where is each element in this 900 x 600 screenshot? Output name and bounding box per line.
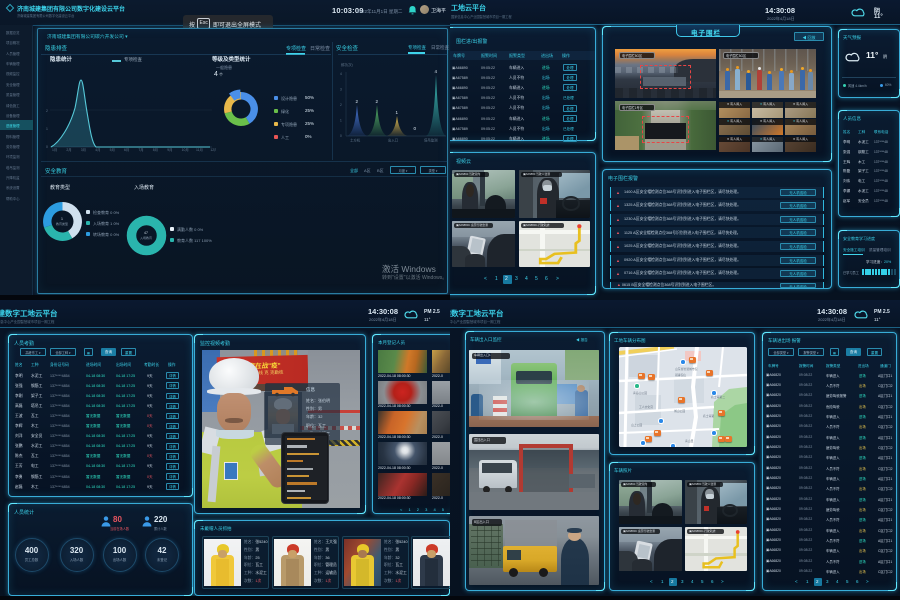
svg-text:3月: 3月 (81, 148, 86, 152)
svg-text:7月: 7月 (138, 148, 143, 152)
svg-text:5月: 5月 (110, 148, 115, 152)
svg-text:2: 2 (46, 109, 48, 113)
svg-text:2: 2 (340, 103, 342, 107)
svg-text:入场教育: 入场教育 (140, 235, 152, 240)
svg-text:1: 1 (61, 217, 63, 221)
svg-text:2: 2 (356, 99, 359, 104)
svg-text:47: 47 (144, 231, 148, 235)
svg-text:0: 0 (414, 126, 417, 131)
svg-text:2月: 2月 (66, 148, 71, 152)
svg-text:9月: 9月 (167, 148, 172, 152)
svg-text:塔吊监测: 塔吊监测 (424, 138, 438, 143)
svg-text:1: 1 (46, 127, 48, 131)
svg-text:教育类型: 教育类型 (56, 221, 68, 226)
svg-text:12月: 12月 (210, 148, 216, 152)
svg-text:0: 0 (340, 134, 342, 138)
svg-text:1: 1 (396, 110, 399, 115)
svg-text:8月: 8月 (153, 148, 158, 152)
svg-text:4: 4 (435, 69, 438, 74)
svg-text:10月: 10月 (182, 148, 189, 152)
svg-text:1月: 1月 (52, 148, 57, 152)
svg-text:4: 4 (340, 72, 342, 76)
svg-text:2: 2 (376, 99, 379, 104)
svg-text:11月: 11月 (196, 148, 203, 152)
svg-text:出入口: 出入口 (388, 138, 398, 143)
svg-text:土方机: 土方机 (350, 138, 361, 143)
svg-text:3: 3 (340, 88, 342, 92)
svg-text:0: 0 (46, 145, 48, 149)
svg-text:4月: 4月 (95, 148, 100, 152)
svg-text:1: 1 (340, 119, 342, 123)
svg-text:6月: 6月 (124, 148, 129, 152)
